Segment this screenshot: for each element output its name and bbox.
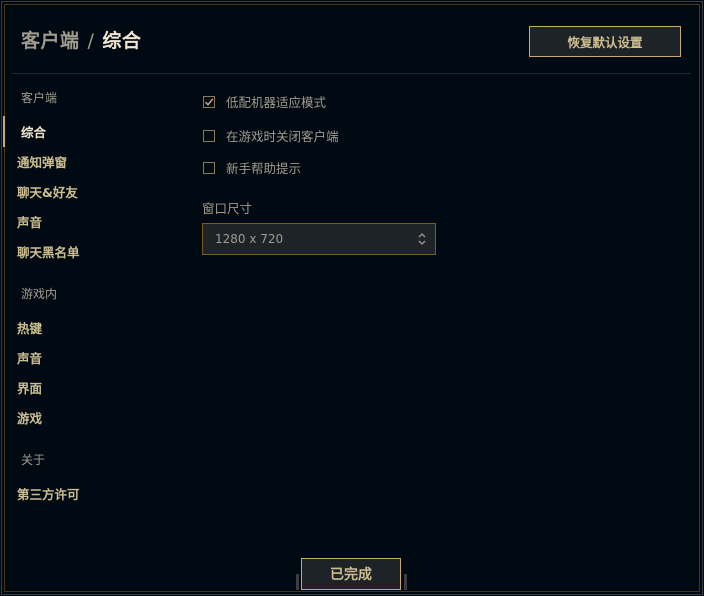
option-close-client-in-game[interactable]: 在游戏时关闭客户端 bbox=[203, 126, 339, 145]
option-label: 低配机器适应模式 bbox=[226, 95, 327, 110]
breadcrumb-separator: / bbox=[87, 30, 95, 52]
window-size-select[interactable]: 1280 x 720 bbox=[202, 223, 436, 255]
window-size-value: 1280 x 720 bbox=[215, 232, 284, 246]
check-icon bbox=[204, 97, 214, 106]
page-title: 客户端 / 综合 bbox=[21, 26, 141, 53]
restore-defaults-button[interactable]: 恢复默认设置 bbox=[529, 26, 681, 57]
sidebar-item-chat-friends[interactable]: 聊天&好友 bbox=[17, 182, 78, 201]
checkbox-newbie-tips[interactable] bbox=[203, 161, 215, 174]
done-button-right-notch bbox=[404, 574, 407, 590]
sidebar-item-ingame-sound[interactable]: 声音 bbox=[17, 348, 42, 367]
sidebar-item-chat-blocklist[interactable]: 聊天黑名单 bbox=[17, 242, 80, 261]
option-newbie-tips[interactable]: 新手帮助提示 bbox=[203, 158, 301, 177]
sidebar-item-general[interactable]: 综合 bbox=[21, 122, 46, 141]
header-divider bbox=[12, 73, 691, 74]
settings-window: 客户端 / 综合 恢复默认设置 客户端 综合 通知弹窗 聊天&好友 声音 聊天黑名单… bbox=[0, 0, 704, 596]
option-label: 新手帮助提示 bbox=[226, 161, 302, 176]
sidebar-item-hotkeys[interactable]: 热键 bbox=[17, 318, 42, 337]
chevron-up-down-icon bbox=[418, 233, 426, 245]
breadcrumb-current: 综合 bbox=[102, 30, 142, 52]
window-outer-border bbox=[1, 1, 703, 595]
window-inner-border bbox=[4, 4, 700, 592]
option-label: 在游戏时关闭客户端 bbox=[226, 129, 339, 144]
sidebar-section-ingame: 游戏内 bbox=[21, 287, 58, 301]
sidebar-item-interface[interactable]: 界面 bbox=[17, 378, 42, 397]
option-low-spec-mode[interactable]: 低配机器适应模式 bbox=[203, 92, 326, 111]
checkbox-close-client-in-game[interactable] bbox=[203, 129, 215, 142]
sidebar-item-notifications[interactable]: 通知弹窗 bbox=[17, 152, 67, 171]
active-nav-indicator bbox=[3, 116, 5, 147]
window-size-label: 窗口尺寸 bbox=[202, 201, 253, 216]
done-button[interactable]: 已完成 bbox=[301, 558, 401, 590]
sidebar-item-third-party-licenses[interactable]: 第三方许可 bbox=[17, 484, 80, 503]
checkbox-low-spec-mode[interactable] bbox=[203, 95, 215, 108]
sidebar-section-about: 关于 bbox=[21, 453, 46, 467]
sidebar-item-client-sound[interactable]: 声音 bbox=[17, 212, 42, 231]
sidebar-item-game[interactable]: 游戏 bbox=[17, 408, 42, 427]
breadcrumb-root: 客户端 bbox=[21, 30, 80, 52]
done-button-left-notch bbox=[296, 574, 299, 590]
sidebar-section-client: 客户端 bbox=[21, 91, 58, 105]
